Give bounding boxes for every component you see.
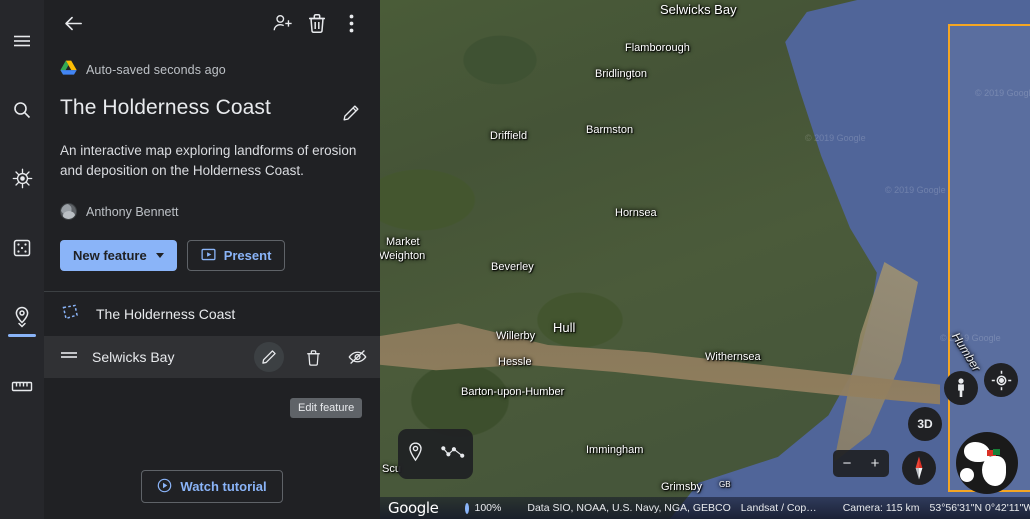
more-options-icon[interactable] [334, 6, 368, 40]
zoom-in-button[interactable]: + [871, 455, 880, 472]
delete-feature-icon[interactable] [298, 342, 328, 372]
sidebar-item-projects[interactable] [0, 290, 44, 343]
map-label: Weighton [380, 250, 426, 262]
zoom-out-button[interactable]: − [843, 455, 852, 472]
tooltip-content: Edit feature [290, 398, 363, 418]
map-label: Willerby [496, 330, 536, 342]
map-canvas[interactable]: Selwicks Bay Flamborough Bridlington Barmst… [380, 0, 1030, 519]
zoom-percent: 100% [474, 502, 502, 514]
map-label: GB [719, 480, 731, 489]
map-label: Market [386, 236, 420, 248]
left-icon-rail [0, 0, 44, 519]
map-watermark: © 2019 Google [885, 185, 946, 195]
google-earth-window: Auto-saved seconds ago The Holderness Co… [0, 0, 1030, 519]
play-circle-icon [157, 478, 172, 496]
chevron-down-icon [155, 253, 164, 258]
voyager-icon[interactable] [0, 152, 44, 205]
map-label: Driffield [490, 130, 528, 142]
map-label: Hull [553, 320, 576, 335]
draw-line-icon[interactable] [441, 444, 465, 465]
google-logo: Google [388, 499, 439, 517]
watch-tutorial-label: Watch tutorial [180, 479, 267, 494]
edit-title-pencil-icon[interactable] [334, 96, 368, 130]
back-arrow-icon[interactable] [56, 6, 90, 40]
map-watermark: © 2019 Google [975, 88, 1030, 98]
author-name: Anthony Bennett [86, 204, 179, 219]
map-label: Selwicks Bay [660, 2, 737, 17]
search-icon[interactable] [0, 83, 44, 136]
autosave-status: Auto-saved seconds ago [44, 46, 380, 80]
zoom-controls: − + [833, 450, 889, 477]
edit-feature-icon[interactable] [254, 342, 284, 372]
map-label: Flamborough [625, 42, 690, 54]
layer-row[interactable]: The Holderness Coast [44, 292, 380, 336]
google-drive-icon [60, 60, 77, 80]
zoom-ring-icon[interactable] [464, 502, 469, 514]
feeling-lucky-icon[interactable] [0, 221, 44, 274]
present-button[interactable]: Present [186, 240, 286, 271]
map-draw-tools [398, 429, 473, 479]
map-label: Hessle [498, 356, 532, 368]
camera-altitude: Camera: 115 km [842, 502, 920, 514]
map-label: Barmston [586, 124, 634, 136]
autosave-text: Auto-saved seconds ago [86, 63, 226, 77]
avatar [60, 203, 77, 220]
page-title: The Holderness Coast [60, 96, 271, 119]
project-description: An interactive map exploring landforms o… [60, 143, 357, 178]
map-label: Barton-upon-Humber [461, 386, 565, 398]
present-play-icon [201, 247, 216, 265]
map-label: Immingham [586, 444, 644, 456]
layer-label: The Holderness Coast [96, 306, 236, 322]
watch-tutorial-wrap: Watch tutorial [44, 470, 380, 503]
panel-toolbar [44, 0, 380, 46]
menu-icon[interactable] [0, 14, 44, 67]
globe-button[interactable] [956, 432, 1018, 494]
present-label: Present [223, 248, 272, 263]
map-label: Grimsby [661, 481, 702, 493]
map-watermark: © 2019 Google [805, 133, 866, 143]
add-placemark-icon[interactable] [406, 441, 425, 468]
map-label: Bridlington [595, 68, 647, 80]
map-label: Hornsea [615, 207, 657, 219]
delete-project-icon[interactable] [300, 6, 334, 40]
feature-label: Selwicks Bay [92, 349, 175, 365]
map-label: Withernsea [705, 351, 761, 363]
pegman-street-view-button[interactable] [944, 371, 978, 405]
share-add-person-icon[interactable] [266, 6, 300, 40]
my-location-button[interactable] [984, 363, 1018, 397]
data-credit: Data SIO, NOAA, U.S. Navy, NGA, GEBCO [527, 502, 731, 514]
action-buttons: New feature Present [44, 220, 380, 271]
map-label: Beverley [491, 261, 534, 273]
new-feature-label: New feature [73, 248, 147, 263]
project-panel: Auto-saved seconds ago The Holderness Co… [44, 0, 380, 519]
drag-handle-icon[interactable] [60, 348, 78, 366]
measure-icon[interactable] [0, 359, 44, 412]
new-feature-button[interactable]: New feature [60, 240, 177, 271]
map-attribution-bar: Google 100% Data SIO, NOAA, U.S. Navy, N… [380, 497, 1030, 519]
polygon-layer-icon [60, 303, 80, 326]
hide-feature-eye-icon[interactable] [342, 342, 372, 372]
list-item[interactable]: Selwicks Bay [44, 336, 380, 378]
author-row: Anthony Bennett [44, 181, 380, 220]
imagery-credit[interactable]: Landsat / Cop… [741, 502, 817, 514]
view-3d-button[interactable]: 3D [908, 407, 942, 441]
project-title-row: The Holderness Coast [44, 80, 380, 130]
coordinates: 53°56'31"N 0°42'11"W [929, 502, 1030, 514]
compass-button[interactable] [902, 451, 936, 485]
watch-tutorial-button[interactable]: Watch tutorial [141, 470, 283, 503]
